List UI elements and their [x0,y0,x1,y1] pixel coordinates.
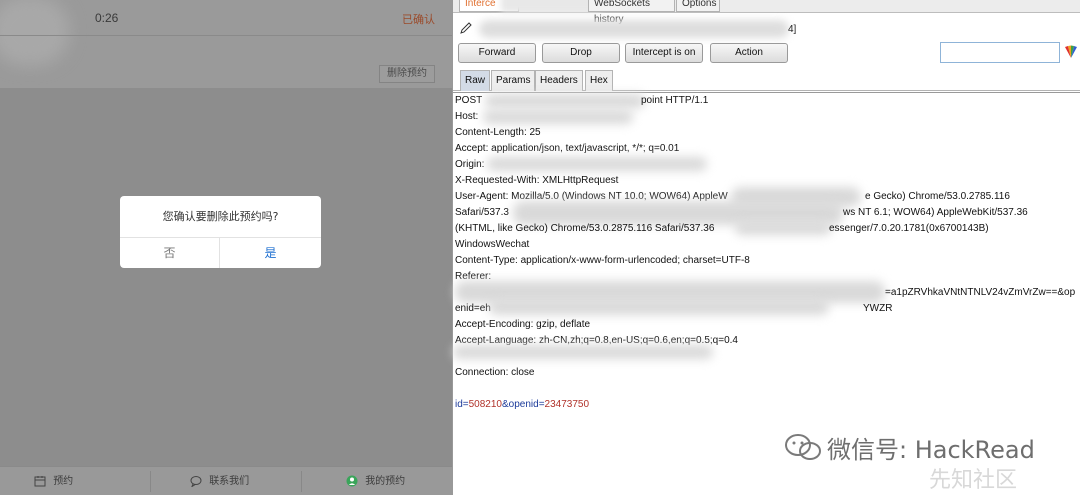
tab-params[interactable]: Params [491,70,536,91]
nav-label: 预约 [53,476,74,487]
content-type-header: Content-Type: application/x-www-form-url… [455,255,750,266]
watermark-site: 先知社区 [929,468,1018,493]
dialog-no-button[interactable]: 否 [120,238,220,268]
redacted-blur [501,0,601,12]
nav-label: 我的预约 [365,476,406,487]
request-target-line: 4] [453,14,1080,44]
forward-button[interactable]: Forward [458,43,536,63]
accept-encoding-header: Accept-Encoding: gzip, deflate [455,319,591,330]
order-status-badge: 已确认 [402,13,435,26]
chat-icon [190,476,202,487]
proxy-tab-bar: Interce WebSockets history Options [453,0,1080,25]
safari-line-end: ws NT 6.1; WOW64) AppleWebKit/537.36 [843,207,1028,218]
safari-line: Safari/537.3 [455,207,509,218]
confirm-dialog: 您确认要删除此预约吗? 否 是 [120,196,321,268]
request-target-text: 4] [788,24,797,35]
redacted-blur [485,94,645,108]
watermark-text: 微信号: HackRead [827,436,1035,464]
redacted-blur [483,110,633,124]
accept-header: Accept: application/json, text/javascrip… [455,143,680,154]
intercept-toggle-button[interactable]: Intercept is on [625,43,703,63]
delete-appointment-button[interactable]: 删除预约 [379,65,435,83]
x-requested-with-header: X-Requested-With: XMLHttpRequest [455,175,619,186]
drop-button[interactable]: Drop [542,43,620,63]
redacted-blur [479,20,789,38]
request-line: POST [455,95,483,106]
tab-raw[interactable]: Raw [460,70,491,91]
dialog-yes-button[interactable]: 是 [220,238,321,268]
bottom-nav: 预约 联系我们 我的预约 [0,466,452,495]
origin-header: Origin: [455,159,485,170]
referer-line-end: =a1pZRVhkaVNtNTNLV24vZmVrZw==&op [885,287,1076,298]
khtml-line-end: essenger/7.0.20.1781(0x6700143B) [829,223,989,234]
order-card: 0:26 已确认 删除预约 [0,0,452,88]
tab-websockets-history[interactable]: WebSockets history [588,0,675,25]
user-icon [346,475,358,487]
wechat-logo-icon [785,434,821,460]
request-line-tail: point HTTP/1.1 [641,95,709,106]
redacted-blur [487,157,707,171]
body-param-key: &openid= [502,399,545,410]
order-header-row: 0:26 已确认 [0,0,452,36]
message-view-tabs: Raw Params Headers Hex [453,70,1080,91]
mobile-screen: 0:26 已确认 删除预约 您确认要删除此预约吗? 否 是 预约 联系我们 我的… [0,0,452,495]
enid-line-end: YWZR [863,303,893,314]
redacted-blur [453,345,713,359]
connection-header: Connection: close [455,367,535,378]
user-agent-text: e Gecko) Chrome/53.0.2785.116 [865,191,1010,202]
khtml-line: (KHTML, like Gecko) Chrome/53.0.2875.116… [455,223,715,234]
tab-hex[interactable]: Hex [585,70,613,91]
nav-item-my-appointments[interactable]: 我的预约 [346,467,405,495]
enid-line: enid=eh [455,303,491,314]
pencil-icon [460,22,472,34]
windowswechat-line: WindowsWechat [455,239,530,250]
host-header: Host: [455,111,479,122]
dialog-message: 您确认要删除此预约吗? [120,196,321,238]
order-time: 0:26 [95,11,119,25]
request-body: id=508210&openid=23473750 [455,399,589,410]
nav-divider [150,471,151,492]
nav-divider [301,471,302,492]
search-input[interactable] [940,42,1060,63]
body-param-value: 508210 [468,399,502,410]
color-highlight-icon[interactable] [1063,45,1079,59]
body-param-key: id= [455,399,469,410]
burp-proxy-panel: Interce WebSockets history Options 4] Fo… [452,0,1080,495]
watermark: 微信号: HackRead 先知社区 [783,430,1080,495]
action-button[interactable]: Action [710,43,788,63]
nav-label: 联系我们 [209,476,250,487]
tab-headers[interactable]: Headers [535,70,583,91]
nav-item-appointment[interactable]: 预约 [34,467,73,495]
redacted-blur [489,299,829,315]
calendar-icon [34,476,46,487]
body-param-value: 23473750 [544,399,590,410]
nav-item-contact[interactable]: 联系我们 [190,467,249,495]
redacted-blur [735,221,831,235]
tab-options[interactable]: Options [676,0,720,12]
content-length-header: Content-Length: 25 [455,127,541,138]
